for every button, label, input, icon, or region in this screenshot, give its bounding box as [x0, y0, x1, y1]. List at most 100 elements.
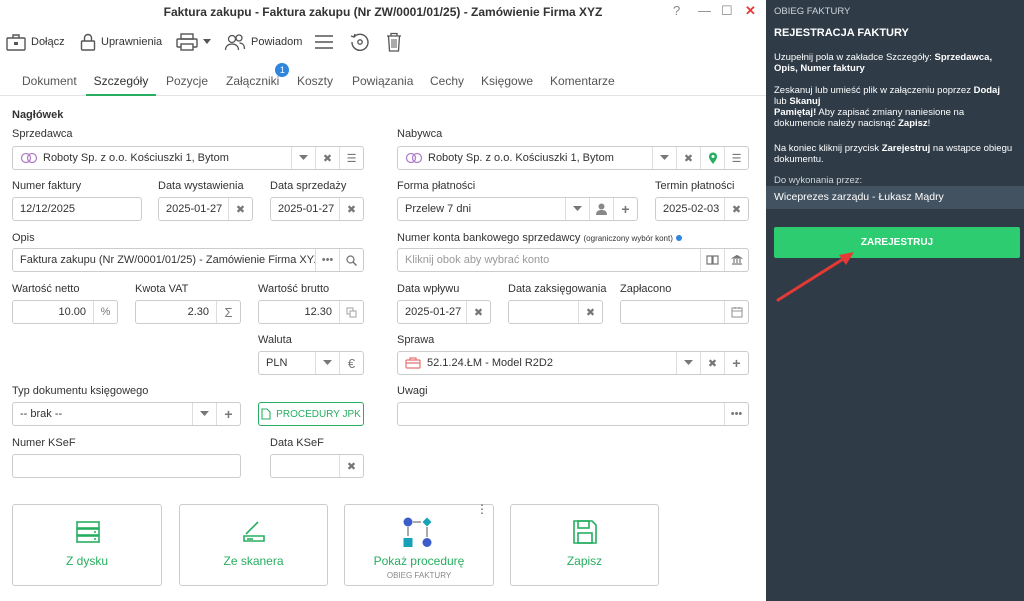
- copy-icon: [346, 306, 357, 318]
- inflow-date-clear-button[interactable]: ✖: [466, 301, 490, 323]
- currency-rate-button[interactable]: €: [339, 352, 363, 374]
- payment-form-value: Przelew 7 dni: [405, 203, 472, 215]
- sale-date-field[interactable]: 2025-01-27 ✖: [270, 197, 364, 221]
- close-icon[interactable]: ✕: [745, 3, 756, 19]
- bank-account-bank-button[interactable]: [724, 249, 748, 271]
- gross-value-field[interactable]: 12.30: [258, 300, 364, 324]
- caret-down-icon: [200, 411, 209, 416]
- vat-amount-label: Kwota VAT: [135, 283, 189, 295]
- tab-szczegoly[interactable]: Szczegóły: [86, 66, 156, 96]
- from-disk-tile[interactable]: Z dysku: [12, 504, 162, 586]
- inflow-date-field[interactable]: 2025-01-27 ✖: [397, 300, 491, 324]
- paid-calendar-button[interactable]: [724, 301, 748, 323]
- permissions-button[interactable]: Uprawnienia: [80, 28, 162, 56]
- ksef-number-field[interactable]: [12, 454, 241, 478]
- show-procedure-tile[interactable]: ⋮ Pokaż procedurę OBIEG FAKTURY: [344, 503, 494, 586]
- seller-list-button[interactable]: ☰: [339, 147, 363, 169]
- doc-type-dropdown-button[interactable]: [192, 403, 216, 425]
- vat-amount-field[interactable]: 2.30 Σ: [135, 300, 241, 324]
- instruction-emphasis: Dodaj: [973, 85, 1000, 96]
- jpk-procedures-button[interactable]: PROCEDURY JPK: [258, 402, 364, 426]
- assignee-label: Do wykonania przez:: [774, 175, 863, 186]
- buyer-list-button[interactable]: ☰: [724, 147, 748, 169]
- save-tile[interactable]: Zapisz: [510, 504, 659, 586]
- issue-date-field[interactable]: 2025-01-27 ✖: [158, 197, 253, 221]
- issue-date-clear-button[interactable]: ✖: [228, 198, 252, 220]
- tab-koszty[interactable]: Koszty: [297, 66, 333, 96]
- menu-button[interactable]: [314, 28, 334, 56]
- instruction-text: !: [927, 118, 931, 129]
- help-icon[interactable]: ?: [673, 3, 680, 18]
- buyer-map-button[interactable]: [700, 147, 724, 169]
- notify-button[interactable]: Powiadom: [224, 28, 302, 56]
- document-icon: [261, 408, 271, 420]
- tab-ksiegowe[interactable]: Księgowe: [481, 66, 533, 96]
- description-field[interactable]: Faktura zakupu (Nr ZW/0001/01/25) - Zamó…: [12, 248, 364, 272]
- sale-date-label: Data sprzedaży: [270, 180, 347, 192]
- payment-form-person-button[interactable]: [589, 198, 613, 220]
- currency-dropdown-button[interactable]: [315, 352, 339, 374]
- ksef-date-field[interactable]: ✖: [270, 454, 364, 478]
- scanner-icon: [243, 521, 265, 542]
- currency-field[interactable]: PLN €: [258, 351, 364, 375]
- buyer-clear-button[interactable]: ✖: [676, 147, 700, 169]
- seller-field[interactable]: Roboty Sp. z o.o. Kościuszki 1, Bytom ✖ …: [12, 146, 364, 170]
- tab-cechy[interactable]: Cechy: [430, 66, 464, 96]
- euro-icon: €: [347, 355, 356, 371]
- list-icon: ☰: [731, 152, 742, 165]
- attach-button[interactable]: Dołącz: [6, 28, 65, 56]
- more-icon: •••: [730, 408, 743, 420]
- bank-account-book-button[interactable]: [700, 249, 724, 271]
- tab-zalaczniki[interactable]: Załączniki 1: [226, 63, 290, 96]
- description-value: Faktura zakupu (Nr ZW/0001/01/25) - Zamó…: [20, 254, 315, 266]
- description-search-button[interactable]: [339, 249, 363, 271]
- buyer-field[interactable]: Roboty Sp. z o.o. Kościuszki 1, Bytom ✖ …: [397, 146, 749, 170]
- bank-account-field[interactable]: Kliknij obok aby wybrać konto: [397, 248, 749, 272]
- inflow-date-label: Data wpływu: [397, 283, 460, 295]
- tile-menu-icon[interactable]: ⋮: [476, 503, 488, 515]
- payment-due-field[interactable]: 2025-02-03 ✖: [655, 197, 749, 221]
- seller-dropdown-button[interactable]: [291, 147, 315, 169]
- case-clear-button[interactable]: ✖: [700, 352, 724, 374]
- payment-form-field[interactable]: Przelew 7 dni +: [397, 197, 638, 221]
- section-header: Nagłówek: [12, 109, 64, 121]
- info-icon[interactable]: [675, 235, 682, 242]
- payment-form-dropdown-button[interactable]: [565, 198, 589, 220]
- booking-date-clear-button[interactable]: ✖: [578, 301, 602, 323]
- net-percent-button[interactable]: %: [93, 301, 117, 323]
- doc-type-add-button[interactable]: +: [216, 403, 240, 425]
- case-dropdown-button[interactable]: [676, 352, 700, 374]
- payment-form-add-button[interactable]: +: [613, 198, 637, 220]
- currency-label: Waluta: [258, 334, 292, 346]
- tab-komentarze[interactable]: Komentarze: [550, 66, 615, 96]
- gross-value: 12.30: [304, 306, 332, 318]
- seller-clear-button[interactable]: ✖: [315, 147, 339, 169]
- from-scanner-tile[interactable]: Ze skanera: [179, 504, 328, 586]
- paid-date-field[interactable]: [620, 300, 749, 324]
- case-field[interactable]: 52.1.24.ŁM - Model R2D2 ✖ +: [397, 351, 749, 375]
- print-button[interactable]: [176, 28, 211, 56]
- description-more-button[interactable]: •••: [315, 249, 339, 271]
- payment-due-clear-button[interactable]: ✖: [724, 198, 748, 220]
- doc-type-field[interactable]: -- brak -- +: [12, 402, 241, 426]
- invoice-number-field[interactable]: 12/12/2025: [12, 197, 142, 221]
- notes-field[interactable]: •••: [397, 402, 749, 426]
- vat-sum-button[interactable]: Σ: [216, 301, 240, 323]
- maximize-icon[interactable]: ☐: [721, 3, 733, 19]
- minimize-icon[interactable]: —: [698, 3, 711, 18]
- notes-more-button[interactable]: •••: [724, 403, 748, 425]
- history-button[interactable]: [350, 28, 370, 56]
- net-value-field[interactable]: 10.00 %: [12, 300, 118, 324]
- case-add-button[interactable]: +: [724, 352, 748, 374]
- tab-dokument[interactable]: Dokument: [22, 66, 77, 96]
- ksef-date-clear-button[interactable]: ✖: [339, 455, 363, 477]
- tab-powiazania[interactable]: Powiązania: [352, 66, 413, 96]
- sale-date-value: 2025-01-27: [278, 203, 335, 215]
- sale-date-clear-button[interactable]: ✖: [339, 198, 363, 220]
- red-arrow-annotation: [776, 252, 854, 302]
- delete-button[interactable]: [386, 28, 402, 56]
- buyer-dropdown-button[interactable]: [652, 147, 676, 169]
- tab-pozycje[interactable]: Pozycje: [166, 66, 208, 96]
- gross-copy-button[interactable]: [339, 301, 363, 323]
- booking-date-field[interactable]: ✖: [508, 300, 603, 324]
